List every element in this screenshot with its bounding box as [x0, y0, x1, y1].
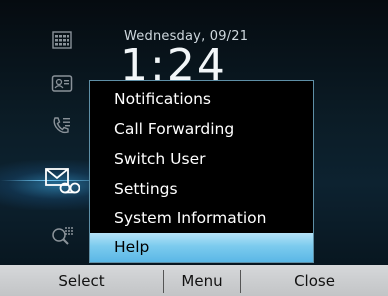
softkey-bar: Select Menu Close: [0, 265, 388, 296]
menu-item-call-forwarding[interactable]: Call Forwarding: [90, 114, 313, 144]
menu-softkey[interactable]: Menu: [164, 265, 240, 296]
menu-item-settings[interactable]: Settings: [90, 174, 313, 204]
menu-item-switch-user[interactable]: Switch User: [90, 144, 313, 174]
menu-item-system-information[interactable]: System Information: [90, 203, 313, 233]
close-softkey[interactable]: Close: [241, 265, 388, 296]
call-list-icon[interactable]: [50, 114, 74, 138]
options-menu: Notifications Call Forwarding Switch Use…: [89, 80, 314, 263]
phone-screen: Wednesday, 09/21 1:24 Notifications Call…: [0, 0, 388, 296]
directory-icon[interactable]: [50, 72, 74, 96]
messages-icon[interactable]: [44, 166, 80, 196]
menu-item-help[interactable]: Help: [90, 233, 313, 262]
calendar-icon[interactable]: [50, 28, 74, 52]
voicemail-search-icon[interactable]: [50, 224, 74, 248]
select-softkey[interactable]: Select: [0, 265, 163, 296]
menu-item-notifications[interactable]: Notifications: [90, 84, 313, 114]
